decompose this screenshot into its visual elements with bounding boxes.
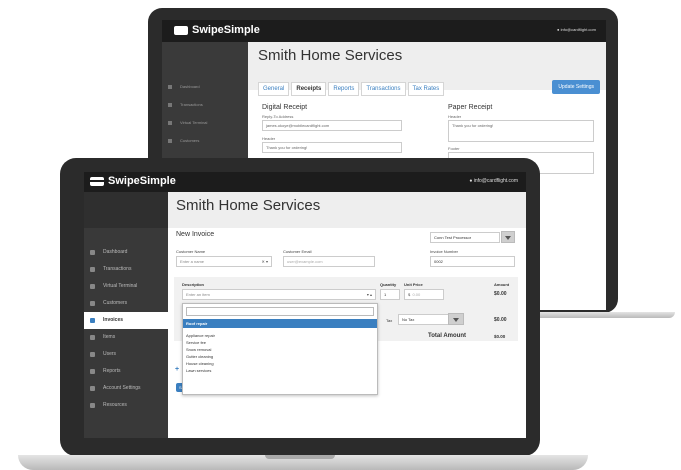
chevron-down-icon[interactable] <box>501 231 515 243</box>
quantity-input[interactable]: 1 <box>380 289 400 300</box>
dashboard-icon <box>90 250 95 255</box>
customers-icon <box>90 301 95 306</box>
top-bar: SwipeSimple ● info@cardflight.com <box>84 172 526 192</box>
sidebar: Dashboard Transactions Virtual Terminal … <box>84 192 168 438</box>
unit-price-header: Unit Price <box>404 282 423 287</box>
sidebar-item-reports[interactable]: Reports <box>84 363 168 380</box>
sidebar-item-account-settings[interactable]: Account Settings <box>84 380 168 397</box>
tax-amount: $0.00 <box>494 317 507 323</box>
dropdown-option[interactable]: Roof repair <box>183 319 377 328</box>
settings-tabs: General Receipts Reports Transactions Ta… <box>258 82 445 96</box>
invoice-number-input[interactable]: 0002 <box>430 256 515 267</box>
update-settings-button[interactable]: Update Settings <box>552 80 600 94</box>
card-icon <box>174 25 188 35</box>
card-icon <box>90 176 104 186</box>
processor-select[interactable]: Conn Test Processor <box>430 232 500 243</box>
total-label: Total Amount <box>428 333 466 339</box>
items-icon <box>90 335 95 340</box>
sidebar-item-resources[interactable]: Resources <box>84 397 168 414</box>
users-icon <box>90 352 95 357</box>
quantity-header: Quantity <box>380 282 397 287</box>
settings-icon <box>90 386 95 391</box>
item-dropdown: Roof repair Appliance repair Service fee… <box>182 303 378 395</box>
dropdown-option[interactable]: Service fee <box>183 339 377 346</box>
sidebar-item-users[interactable]: Users <box>84 346 168 363</box>
sidebar-item-transactions[interactable]: Transactions <box>84 261 168 278</box>
laptop-notch <box>265 455 335 459</box>
transactions-icon <box>90 267 95 272</box>
paper-receipt-heading: Paper Receipt <box>448 104 493 111</box>
description-header: Description <box>182 282 205 287</box>
sidebar-item-customers[interactable]: Customers <box>84 295 168 312</box>
dropdown-option[interactable]: Appliance repair <box>183 332 377 339</box>
customer-name-input[interactable]: Enter a name ✕ ▾ <box>176 256 272 267</box>
paper-header-label: Header <box>448 114 462 119</box>
dropdown-caret-icon: ✕ ▾ <box>261 259 268 264</box>
customers-icon <box>168 139 172 143</box>
currency-symbol: $ <box>408 292 411 297</box>
tax-label: Tax <box>386 318 393 323</box>
amount-header: Amount <box>494 282 510 287</box>
page-title: Smith Home Services <box>258 47 403 64</box>
customer-email-label: Customer Email <box>283 249 312 254</box>
header-input[interactable]: Thank you for ordering! <box>262 142 402 153</box>
sidebar-item-customers[interactable]: Customers <box>162 132 248 150</box>
invoice-icon <box>90 318 95 323</box>
terminal-icon <box>168 121 172 125</box>
transactions-icon <box>168 103 172 107</box>
resources-icon <box>90 403 95 408</box>
reply-to-input[interactable]: james.okoye@mobilecardflight.com <box>262 120 402 131</box>
dropdown-option[interactable]: Snow removal <box>183 346 377 353</box>
dropdown-option[interactable]: Gutter cleaning <box>183 353 377 360</box>
item-select[interactable]: Enter an item ▾ ▴ <box>182 289 376 300</box>
item-search-input[interactable] <box>186 307 374 316</box>
sidebar-item-invoices[interactable]: Invoices <box>84 312 168 329</box>
line-amount: $0.00 <box>494 291 507 297</box>
reply-to-label: Reply-To Address <box>262 114 294 119</box>
tab-receipts[interactable]: Receipts <box>291 82 327 96</box>
page-title: Smith Home Services <box>176 197 321 214</box>
tab-reports[interactable]: Reports <box>328 82 360 96</box>
sidebar-item-virtual-terminal[interactable]: Virtual Terminal <box>162 114 248 132</box>
invoice-form: New Invoice Conn Test Processor Customer… <box>168 228 526 438</box>
logo: SwipeSimple <box>90 175 176 187</box>
user-menu[interactable]: ● info@cardflight.com <box>469 178 518 184</box>
tab-general[interactable]: General <box>258 82 290 96</box>
total-amount: $0.00 <box>494 334 506 339</box>
dropdown-option[interactable]: Lawn services <box>183 367 377 374</box>
digital-receipt-heading: Digital Receipt <box>262 104 308 111</box>
footer-label: Footer <box>448 146 460 151</box>
top-bar: SwipeSimple ● info@cardflight.com <box>162 20 606 42</box>
customer-name-label: Customer Name <box>176 249 206 254</box>
tab-transactions[interactable]: Transactions <box>361 82 406 96</box>
sidebar-item-virtual-terminal[interactable]: Virtual Terminal <box>84 278 168 295</box>
dropdown-caret-icon: ▾ ▴ <box>366 292 372 297</box>
sidebar-item-dashboard[interactable]: Dashboard <box>84 244 168 261</box>
sidebar-item-items[interactable]: Items <box>84 329 168 346</box>
terminal-icon <box>90 284 95 289</box>
chevron-down-icon[interactable] <box>448 313 464 325</box>
invoice-heading: New Invoice <box>176 231 215 238</box>
sidebar-nav: Dashboard Transactions Virtual Terminal … <box>84 244 168 414</box>
dashboard-icon <box>168 85 172 89</box>
tab-tax-rates[interactable]: Tax Rates <box>407 82 445 96</box>
back-laptop-base <box>540 312 675 318</box>
logo: SwipeSimple <box>174 24 260 36</box>
header-label: Header <box>262 136 276 141</box>
unit-price-input[interactable]: $ 0.00 <box>404 289 444 300</box>
add-item-icon[interactable]: + <box>175 366 179 373</box>
sidebar-item-transactions[interactable]: Transactions <box>162 96 248 114</box>
sidebar-item-dashboard[interactable]: Dashboard <box>162 78 248 96</box>
invoice-number-label: Invoice Number <box>430 249 459 254</box>
sidebar-header <box>84 192 168 228</box>
dropdown-option[interactable]: House cleaning <box>183 360 377 367</box>
reports-icon <box>90 369 95 374</box>
user-email[interactable]: ● info@cardflight.com <box>557 27 596 32</box>
front-laptop-screen: SwipeSimple ● info@cardflight.com Dashbo… <box>84 172 526 438</box>
paper-header-input[interactable]: Thank you for ordering! <box>448 120 594 142</box>
tax-select[interactable]: No Tax <box>398 314 453 325</box>
customer-email-input[interactable]: user@example.com <box>283 256 375 267</box>
